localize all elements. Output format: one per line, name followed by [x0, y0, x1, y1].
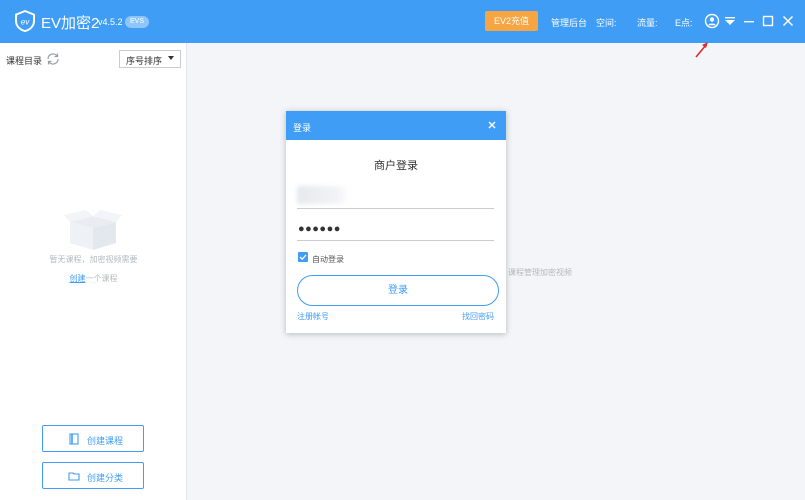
- space-label: 空间:: [596, 18, 617, 28]
- app-version: v4.5.2: [98, 17, 123, 27]
- dialog-header: 登录: [286, 111, 506, 140]
- create-course-label: 创建课程: [87, 436, 124, 446]
- refresh-icon[interactable]: [45, 51, 61, 67]
- sort-select-value: 序号排序: [126, 56, 163, 66]
- recharge-button[interactable]: EV2充值: [485, 11, 538, 31]
- user-circle-icon[interactable]: [704, 13, 720, 29]
- username-redacted: [297, 186, 349, 204]
- app-title: EV加密2: [41, 15, 100, 32]
- auto-login-label[interactable]: 自动登录: [312, 254, 344, 265]
- sort-select[interactable]: 序号排序: [119, 50, 181, 68]
- main-empty-hint: 课程管理加密视频: [508, 268, 572, 277]
- empty-state-action: 创建一个课程: [0, 273, 187, 284]
- course-directory-title: 课程目录: [6, 56, 43, 66]
- points-label: E点:: [675, 18, 693, 28]
- merchant-login-heading: 商户登录: [374, 160, 418, 172]
- create-category-button[interactable]: 创建分类: [42, 462, 144, 489]
- admin-link[interactable]: 管理后台: [551, 16, 587, 29]
- forgot-password-link[interactable]: 找回密码: [462, 311, 494, 322]
- dialog-close-icon[interactable]: [487, 120, 497, 130]
- caret-down-icon: [168, 56, 174, 60]
- title-bar: ev EV加密2 v4.5.2 EVS EV2充值 管理后台 空间: 流量: E…: [0, 0, 805, 43]
- create-course-link[interactable]: 创建: [70, 274, 86, 283]
- svg-text:ev: ev: [21, 18, 30, 27]
- create-category-label: 创建分类: [87, 473, 124, 483]
- edition-badge: EVS: [125, 16, 150, 28]
- password-value: ●●●●●●: [298, 223, 341, 235]
- login-button[interactable]: 登录: [297, 275, 499, 306]
- folder-icon: [68, 472, 80, 481]
- minimize-icon[interactable]: [741, 13, 757, 29]
- traffic-label: 流量:: [637, 18, 658, 28]
- sidebar: 课程目录 序号排序 暂无课程，加密视频需要 创建一个课程 创建课程 创建分类: [0, 43, 187, 500]
- app-logo-icon: ev: [15, 10, 35, 32]
- annotation-arrow-icon: [695, 42, 708, 58]
- login-dialog: 登录 商户登录 ●●●●●● 自动登录 登录 注册帐号 找回密码: [286, 111, 506, 333]
- dialog-title: 登录: [293, 123, 312, 133]
- dropdown-icon[interactable]: [722, 13, 738, 29]
- empty-state-text: 暂无课程，加密视频需要: [49, 255, 138, 264]
- create-course-button[interactable]: 创建课程: [42, 425, 144, 452]
- register-link[interactable]: 注册帐号: [297, 311, 329, 322]
- auto-login-checkbox[interactable]: [298, 252, 308, 262]
- maximize-icon[interactable]: [760, 13, 776, 29]
- empty-box-icon: [64, 210, 122, 250]
- book-icon: [69, 433, 79, 445]
- close-icon[interactable]: [780, 13, 796, 29]
- empty-state-suffix: 一个课程: [85, 274, 118, 283]
